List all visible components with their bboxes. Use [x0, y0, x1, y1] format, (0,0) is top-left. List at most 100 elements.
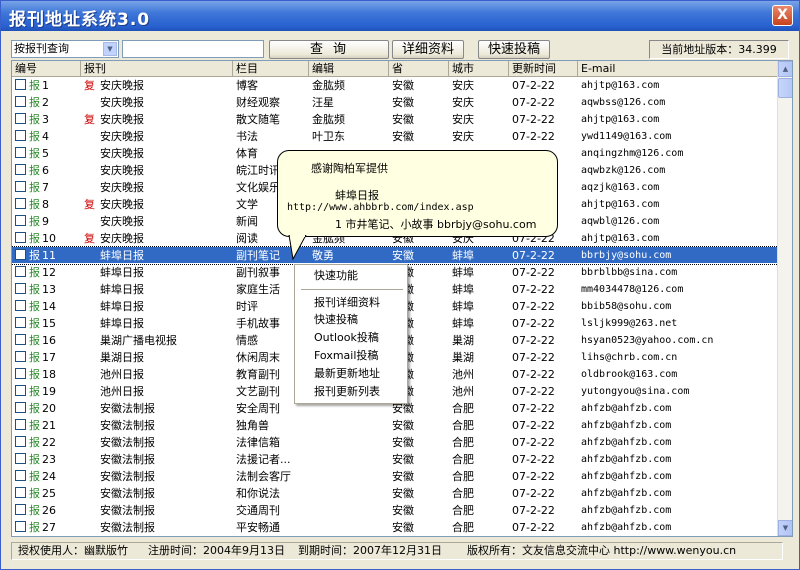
menu-item-quick-submit[interactable]: 快速投稿 — [314, 312, 358, 328]
header-col-updated[interactable]: 更新时间 — [509, 61, 578, 77]
row-checkbox[interactable] — [15, 79, 26, 90]
row-checkbox[interactable] — [15, 487, 26, 498]
paper-name: 池州日报 — [100, 368, 144, 381]
scroll-up-icon[interactable]: ▲ — [778, 61, 792, 77]
table-row[interactable]: 报 24 安徽法制报 法制会客厅 安徽 合肥 07-2-22 ahfzb@ahfzb.com — [12, 468, 778, 485]
vertical-scrollbar[interactable]: ▲ ▼ — [777, 61, 792, 536]
row-prefix: 报 — [29, 453, 40, 466]
row-checkbox[interactable] — [15, 249, 26, 260]
cell-updated: 07-2-22 — [512, 79, 555, 92]
table-row[interactable]: 报 22 安徽法制报 法律信箱 安徽 合肥 07-2-22 ahfzb@ahfzb.com — [12, 434, 778, 451]
row-number: 23 — [42, 453, 56, 466]
paper-name: 安庆晚报 — [100, 130, 144, 143]
header-col-email[interactable]: E-mail — [578, 61, 778, 77]
row-checkbox[interactable] — [15, 96, 26, 107]
table-row[interactable]: 报 4 安庆晚报 书法 叶卫东 安徽 安庆 07-2-22 ywd1149@163.com — [12, 128, 778, 145]
header-col-city[interactable]: 城市 — [449, 61, 509, 77]
cell-paper: 安徽法制报 — [81, 468, 233, 485]
row-checkbox[interactable] — [15, 317, 26, 328]
cell-email: lihs@chrb.com.cn — [581, 352, 678, 363]
table-row[interactable]: 报 3 复安庆晚报 散文随笔 金肱频 安徽 安庆 07-2-22 ahjtp@163.com — [12, 111, 778, 128]
row-checkbox[interactable] — [15, 181, 26, 192]
table-row[interactable]: 报 21 安徽法制报 独角兽 安徽 合肥 07-2-22 ahfzb@ahfzb.com — [12, 417, 778, 434]
row-checkbox[interactable] — [15, 436, 26, 447]
row-checkbox[interactable] — [15, 419, 26, 430]
cell-updated: 07-2-22 — [512, 385, 555, 398]
menu-item-paper-details[interactable]: 报刊详细资料 — [314, 295, 380, 311]
row-checkbox[interactable] — [15, 521, 26, 532]
cell-paper: 蚌埠日报 — [81, 281, 233, 298]
row-checkbox[interactable] — [15, 130, 26, 141]
cell-province: 安徽 — [392, 470, 414, 483]
row-prefix: 报 — [29, 334, 40, 347]
row-checkbox[interactable] — [15, 368, 26, 379]
header-col-editor[interactable]: 编辑 — [309, 61, 389, 77]
header-col-column[interactable]: 栏目 — [233, 61, 309, 77]
search-input[interactable] — [122, 40, 264, 58]
table-row[interactable]: 报 25 安徽法制报 和你说法 安徽 合肥 07-2-22 ahfzb@ahfzb.com — [12, 485, 778, 502]
table-row[interactable]: 报 2 安庆晚报 财经观察 汪星 安徽 安庆 07-2-22 aqwbss@126.com — [12, 94, 778, 111]
row-checkbox[interactable] — [15, 504, 26, 515]
table-row[interactable]: 报 26 安徽法制报 交通周刊 安徽 合肥 07-2-22 ahfzb@ahfzb.com — [12, 502, 778, 519]
row-prefix: 报 — [29, 419, 40, 432]
table-row[interactable]: 报 1 复安庆晚报 博客 金肱频 安徽 安庆 07-2-22 ahjtp@163.com — [12, 77, 778, 94]
menu-item-latest-updates[interactable]: 最新更新地址 — [314, 366, 380, 382]
table-row[interactable]: 报 23 安徽法制报 法援记者... 安徽 合肥 07-2-22 ahfzb@ahfzb.co… — [12, 451, 778, 468]
row-checkbox[interactable] — [15, 385, 26, 396]
scroll-down-icon[interactable]: ▼ — [778, 520, 792, 536]
cell-email: ahfzb@ahfzb.com — [581, 454, 672, 465]
query-button[interactable]: 查询 — [269, 40, 389, 59]
row-checkbox[interactable] — [15, 453, 26, 464]
row-checkbox[interactable] — [15, 266, 26, 277]
paper-name: 安庆晚报 — [100, 215, 144, 228]
row-prefix: 报 — [29, 368, 40, 381]
menu-item-update-list[interactable]: 报刊更新列表 — [314, 384, 380, 400]
scroll-thumb[interactable] — [778, 78, 792, 98]
cell-updated: 07-2-22 — [512, 453, 555, 466]
row-checkbox[interactable] — [15, 215, 26, 226]
cell-email: bbrblbb@sina.com — [581, 267, 678, 278]
header-col-number[interactable]: 编号 — [12, 61, 81, 77]
cell-number: 报 16 — [12, 332, 81, 349]
detail-button[interactable]: 详细资料 — [392, 40, 464, 59]
title-bar[interactable]: 报刊地址系统3.0 X — [1, 1, 799, 31]
row-number: 16 — [42, 334, 56, 347]
cell-updated: 07-2-22 — [512, 521, 555, 534]
menu-separator — [301, 289, 403, 290]
quick-submit-button[interactable]: 快速投稿 — [478, 40, 550, 59]
paper-name: 巢湖广播电视报 — [100, 334, 177, 347]
table-row[interactable]: 报 11 蚌埠日报 副刊笔记 敬勇 安徽 蚌埠 07-2-22 bbrbjy@sohu.com — [12, 246, 779, 265]
row-checkbox[interactable] — [15, 232, 26, 243]
row-checkbox[interactable] — [15, 283, 26, 294]
menu-item-outlook-submit[interactable]: Outlook投稿 — [314, 330, 379, 346]
row-checkbox[interactable] — [15, 402, 26, 413]
cell-city: 安庆 — [452, 113, 474, 126]
chevron-down-icon[interactable]: ▼ — [103, 42, 117, 56]
menu-item-foxmail-submit[interactable]: Foxmail投稿 — [314, 348, 378, 364]
cell-number: 报 14 — [12, 298, 81, 315]
reply-flag: 复 — [84, 198, 95, 211]
row-prefix: 报 — [29, 487, 40, 500]
cell-paper: 蚌埠日报 — [81, 298, 233, 315]
menu-item-quick-functions[interactable]: 快速功能 — [314, 268, 358, 284]
cell-editor: 汪星 — [312, 96, 334, 109]
row-checkbox[interactable] — [15, 300, 26, 311]
row-checkbox[interactable] — [15, 334, 26, 345]
row-number: 22 — [42, 436, 56, 449]
close-button[interactable]: X — [772, 5, 793, 26]
cell-city: 合肥 — [452, 436, 474, 449]
row-checkbox[interactable] — [15, 198, 26, 209]
cell-paper: 安徽法制报 — [81, 485, 233, 502]
header-col-paper[interactable]: 报刊 — [81, 61, 233, 77]
row-checkbox[interactable] — [15, 351, 26, 362]
row-checkbox[interactable] — [15, 164, 26, 175]
cell-email: lsljk999@263.net — [581, 318, 678, 329]
tooltip-line-2: 蚌埠日报 — [335, 189, 379, 202]
table-row[interactable]: 报 27 安徽法制报 平安畅通 安徽 合肥 07-2-22 ahfzb@ahfzb.com — [12, 519, 778, 536]
query-type-select[interactable]: 按报刊查询 ▼ — [11, 40, 119, 58]
row-checkbox[interactable] — [15, 113, 26, 124]
header-col-province[interactable]: 省 — [389, 61, 449, 77]
row-prefix: 报 — [29, 351, 40, 364]
row-checkbox[interactable] — [15, 470, 26, 481]
row-checkbox[interactable] — [15, 147, 26, 158]
